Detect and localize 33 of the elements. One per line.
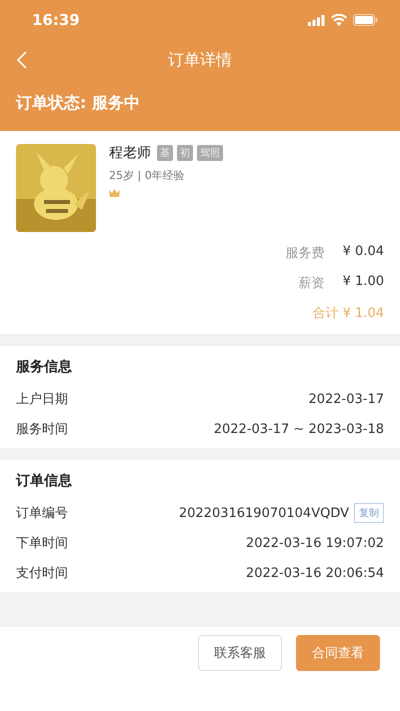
signal-icon <box>308 14 325 26</box>
tag: 驾照 <box>197 145 223 161</box>
row-value: 2022-03-16 19:07:02 <box>246 536 384 550</box>
row-value: 2022031619070104VQDV <box>178 506 349 520</box>
page-title: 订单详情 <box>168 50 232 70</box>
fee-label: 服务费 <box>286 245 325 262</box>
fee-value: ¥ 0.04 <box>342 244 384 261</box>
fee-value: ¥ 1.00 <box>342 274 384 291</box>
contract-button[interactable]: 合同查看 <box>296 635 380 671</box>
tag: 初 <box>177 145 193 161</box>
back-icon[interactable] <box>17 51 27 69</box>
copy-button[interactable]: 复制 <box>354 503 384 523</box>
row-value: 2022-03-17 ~ 2023-03-18 <box>214 422 384 436</box>
order-status: 订单状态: 服务中 <box>14 92 141 114</box>
row-label: 上户日期 <box>16 391 68 408</box>
crown-icon <box>109 189 120 197</box>
row-label: 订单编号 <box>16 505 68 522</box>
fee-label: 薪资 <box>298 275 325 292</box>
clock-time: 16:39 <box>32 11 80 29</box>
row-label: 服务时间 <box>16 421 68 438</box>
wifi-icon <box>331 14 347 26</box>
row-value: 2022-03-16 20:06:54 <box>246 566 384 580</box>
teacher-meta: 25岁 | 0年经验 <box>109 168 185 183</box>
battery-icon <box>353 14 378 26</box>
total-amount: 合计 ¥ 1.04 <box>312 305 384 322</box>
contact-button[interactable]: 联系客服 <box>198 635 282 671</box>
row-value: 2022-03-17 <box>308 392 384 406</box>
section-title: 订单信息 <box>16 472 73 490</box>
row-label: 支付时间 <box>16 565 68 582</box>
teacher-name: 程老师 <box>109 144 151 162</box>
tag: 基 <box>157 145 173 161</box>
row-label: 下单时间 <box>16 535 68 552</box>
section-title: 服务信息 <box>16 358 73 376</box>
